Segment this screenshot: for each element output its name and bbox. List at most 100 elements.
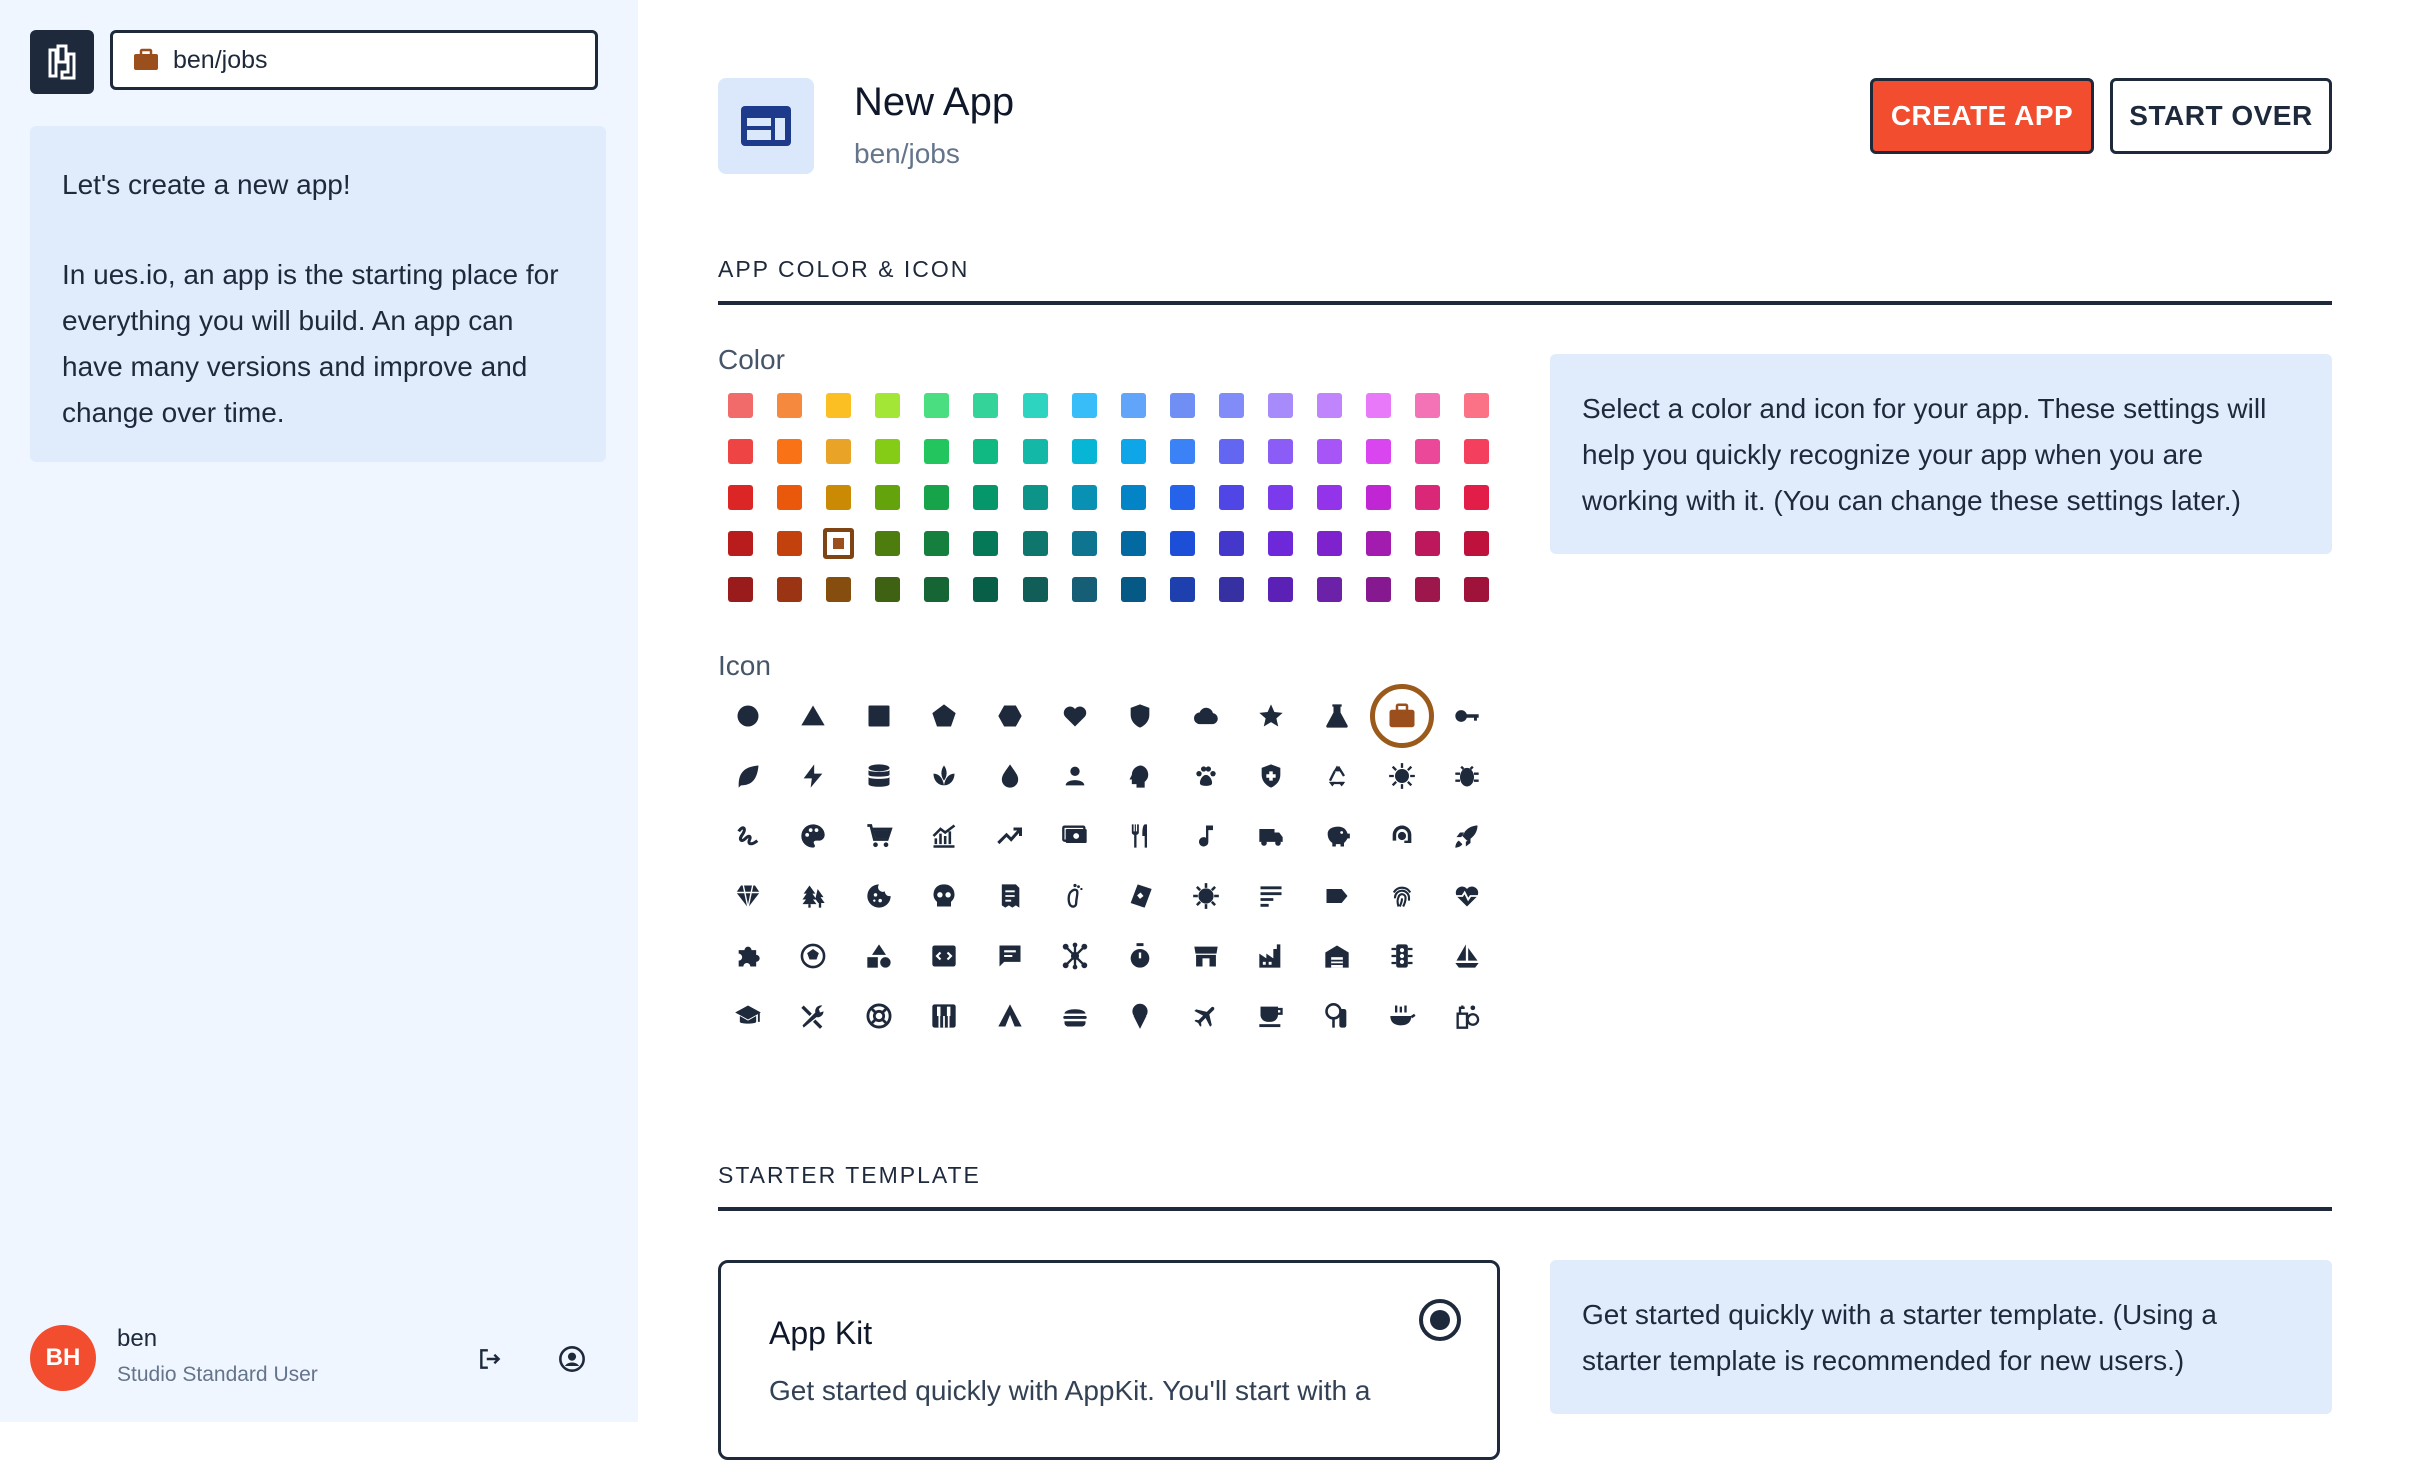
icon-option[interactable] — [992, 698, 1028, 734]
color-swatch[interactable] — [924, 393, 950, 418]
color-swatch[interactable] — [973, 439, 999, 464]
icon-option[interactable] — [795, 818, 831, 854]
color-swatch[interactable] — [728, 485, 753, 510]
icon-option[interactable] — [1057, 938, 1093, 974]
icon-option[interactable] — [1188, 818, 1224, 854]
color-swatch[interactable] — [1415, 439, 1441, 464]
icon-option[interactable] — [992, 938, 1028, 974]
color-swatch[interactable] — [777, 531, 803, 556]
color-swatch[interactable] — [1317, 393, 1343, 418]
color-swatch[interactable] — [1464, 439, 1490, 464]
icon-option[interactable] — [1449, 998, 1485, 1034]
color-swatch[interactable] — [1022, 485, 1048, 510]
icon-option[interactable] — [1122, 938, 1158, 974]
color-swatch[interactable] — [1218, 577, 1244, 602]
icon-option[interactable] — [1253, 818, 1289, 854]
icon-option[interactable] — [1188, 938, 1224, 974]
color-swatch[interactable] — [924, 439, 950, 464]
color-swatch[interactable] — [826, 439, 852, 464]
color-swatch[interactable] — [1120, 485, 1146, 510]
color-swatch[interactable] — [1317, 485, 1343, 510]
icon-option[interactable] — [1253, 878, 1289, 914]
color-swatch[interactable] — [777, 577, 803, 602]
icon-option[interactable] — [1319, 998, 1355, 1034]
color-swatch[interactable] — [826, 393, 852, 418]
color-swatch[interactable] — [1366, 485, 1392, 510]
icon-option[interactable] — [1319, 758, 1355, 794]
color-swatch[interactable] — [875, 577, 901, 602]
profile-button[interactable] — [552, 1339, 592, 1379]
icon-option[interactable] — [861, 758, 897, 794]
icon-option[interactable] — [992, 818, 1028, 854]
color-swatch[interactable] — [973, 393, 999, 418]
icon-option[interactable] — [1384, 758, 1420, 794]
color-swatch[interactable] — [1464, 485, 1490, 510]
icon-option[interactable] — [861, 998, 897, 1034]
color-swatch[interactable] — [1120, 393, 1146, 418]
icon-option[interactable] — [1057, 758, 1093, 794]
icon-option[interactable] — [1188, 758, 1224, 794]
color-swatch[interactable] — [1415, 393, 1441, 418]
color-swatch[interactable] — [777, 485, 803, 510]
template-radio-selected[interactable] — [1419, 1299, 1461, 1341]
icon-option[interactable] — [795, 758, 831, 794]
color-swatch[interactable] — [1071, 393, 1097, 418]
color-swatch[interactable] — [875, 485, 901, 510]
icon-option[interactable] — [926, 938, 962, 974]
icon-option[interactable] — [1122, 878, 1158, 914]
color-swatch[interactable] — [1022, 439, 1048, 464]
icon-option[interactable] — [926, 698, 962, 734]
icon-option[interactable] — [1188, 998, 1224, 1034]
icon-option[interactable] — [1122, 998, 1158, 1034]
color-swatch[interactable] — [1268, 439, 1294, 464]
icon-option[interactable] — [992, 878, 1028, 914]
icon-option[interactable] — [861, 878, 897, 914]
color-swatch[interactable] — [1218, 531, 1244, 556]
template-card-app-kit[interactable]: App Kit Get started quickly with AppKit.… — [718, 1260, 1500, 1460]
color-swatch[interactable] — [924, 485, 950, 510]
icon-option[interactable] — [926, 758, 962, 794]
icon-option[interactable] — [1384, 818, 1420, 854]
icon-option[interactable] — [730, 938, 766, 974]
icon-option[interactable] — [1384, 938, 1420, 974]
icon-option[interactable] — [861, 818, 897, 854]
start-over-button[interactable]: START OVER — [2110, 78, 2332, 154]
icon-option[interactable] — [1253, 938, 1289, 974]
color-swatch[interactable] — [1415, 531, 1441, 556]
icon-option[interactable] — [1122, 818, 1158, 854]
color-swatch[interactable] — [1120, 531, 1146, 556]
icon-option[interactable] — [1319, 698, 1355, 734]
icon-option[interactable] — [1319, 818, 1355, 854]
color-swatch[interactable] — [875, 393, 901, 418]
icon-option[interactable] — [1449, 878, 1485, 914]
icon-option[interactable] — [1057, 698, 1093, 734]
color-swatch[interactable] — [1366, 439, 1392, 464]
color-swatch[interactable] — [1415, 577, 1441, 602]
color-swatch[interactable] — [1317, 439, 1343, 464]
color-swatch[interactable] — [973, 531, 999, 556]
color-swatch[interactable] — [1218, 485, 1244, 510]
icon-option[interactable] — [795, 698, 831, 734]
color-swatch[interactable] — [875, 439, 901, 464]
icon-option[interactable] — [730, 698, 766, 734]
icon-option[interactable] — [795, 878, 831, 914]
color-swatch[interactable] — [1169, 393, 1195, 418]
color-swatch[interactable] — [1268, 393, 1294, 418]
color-swatch[interactable] — [1022, 531, 1048, 556]
icon-option[interactable] — [1449, 758, 1485, 794]
color-swatch[interactable] — [1022, 577, 1048, 602]
icon-option[interactable] — [730, 758, 766, 794]
icon-option[interactable] — [926, 818, 962, 854]
icon-option[interactable] — [1449, 818, 1485, 854]
icon-option[interactable] — [1253, 698, 1289, 734]
icon-option[interactable] — [1449, 938, 1485, 974]
color-swatch[interactable] — [1317, 577, 1343, 602]
icon-option[interactable] — [1384, 878, 1420, 914]
logout-button[interactable] — [470, 1339, 510, 1379]
color-swatch[interactable] — [728, 577, 753, 602]
icon-option[interactable] — [1122, 698, 1158, 734]
color-swatch[interactable] — [1071, 577, 1097, 602]
color-swatch[interactable] — [1366, 531, 1392, 556]
color-swatch[interactable] — [777, 439, 803, 464]
icon-option[interactable] — [1449, 698, 1485, 734]
